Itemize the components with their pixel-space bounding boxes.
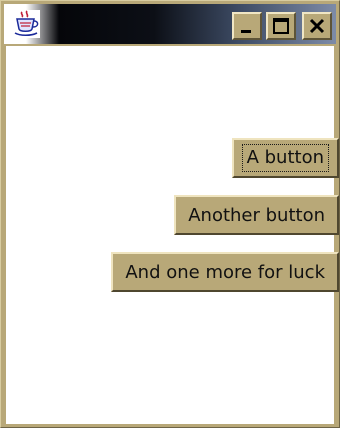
close-button[interactable] [302, 12, 332, 40]
another-button-label: Another button [188, 204, 325, 226]
java-coffee-cup-icon[interactable] [12, 10, 40, 38]
another-button[interactable]: Another button [174, 195, 339, 235]
maximize-button[interactable] [266, 12, 296, 40]
maximize-icon [273, 18, 289, 34]
minimize-icon [241, 30, 251, 33]
a-button-label: A button [241, 144, 329, 172]
luck-button-label: And one more for luck [125, 261, 325, 283]
app-window: A button Another button And one more for… [0, 0, 340, 428]
title-bar[interactable] [4, 4, 336, 44]
a-button[interactable]: A button [231, 138, 339, 178]
minimize-button[interactable] [232, 12, 262, 40]
luck-button[interactable]: And one more for luck [111, 252, 339, 292]
close-icon [309, 18, 325, 34]
content-pane: A button Another button And one more for… [6, 46, 339, 424]
